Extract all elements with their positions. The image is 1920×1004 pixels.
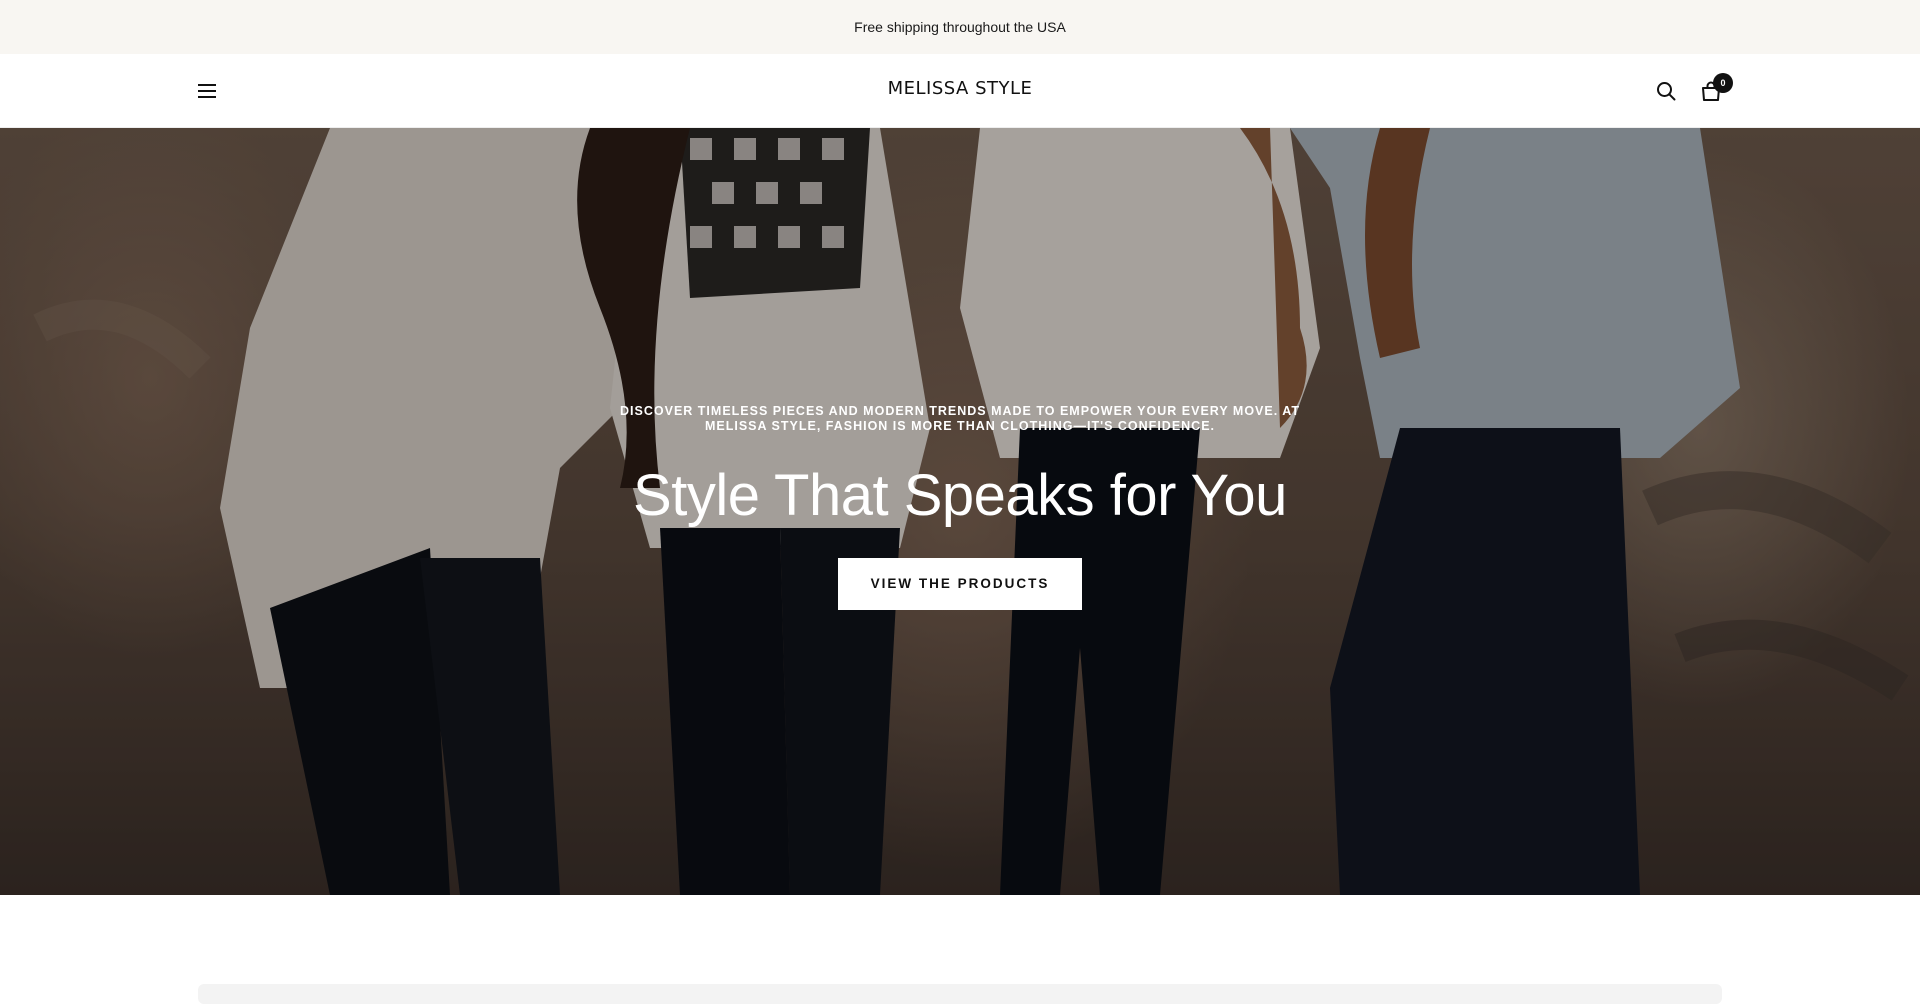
view-products-button[interactable]: VIEW THE PRODUCTS bbox=[838, 558, 1082, 610]
hero-title: Style That Speaks for You bbox=[633, 463, 1287, 528]
logo-container: MELISSA STYLE bbox=[0, 78, 1920, 99]
cart-count-badge: 0 bbox=[1713, 73, 1733, 93]
hero-subtitle: Discover timeless pieces and modern tren… bbox=[620, 404, 1300, 433]
site-logo[interactable]: MELISSA STYLE bbox=[888, 78, 1033, 99]
site-header: MELISSA STYLE bbox=[0, 54, 1920, 128]
announcement-bar: Free shipping throughout the USA bbox=[0, 0, 1920, 54]
hero-content: Discover timeless pieces and modern tren… bbox=[0, 404, 1920, 610]
search-icon[interactable] bbox=[1655, 80, 1677, 102]
next-section-preview bbox=[198, 984, 1722, 1004]
announcement-text: Free shipping throughout the USA bbox=[854, 19, 1066, 35]
hero-banner: Discover timeless pieces and modern tren… bbox=[0, 128, 1920, 895]
